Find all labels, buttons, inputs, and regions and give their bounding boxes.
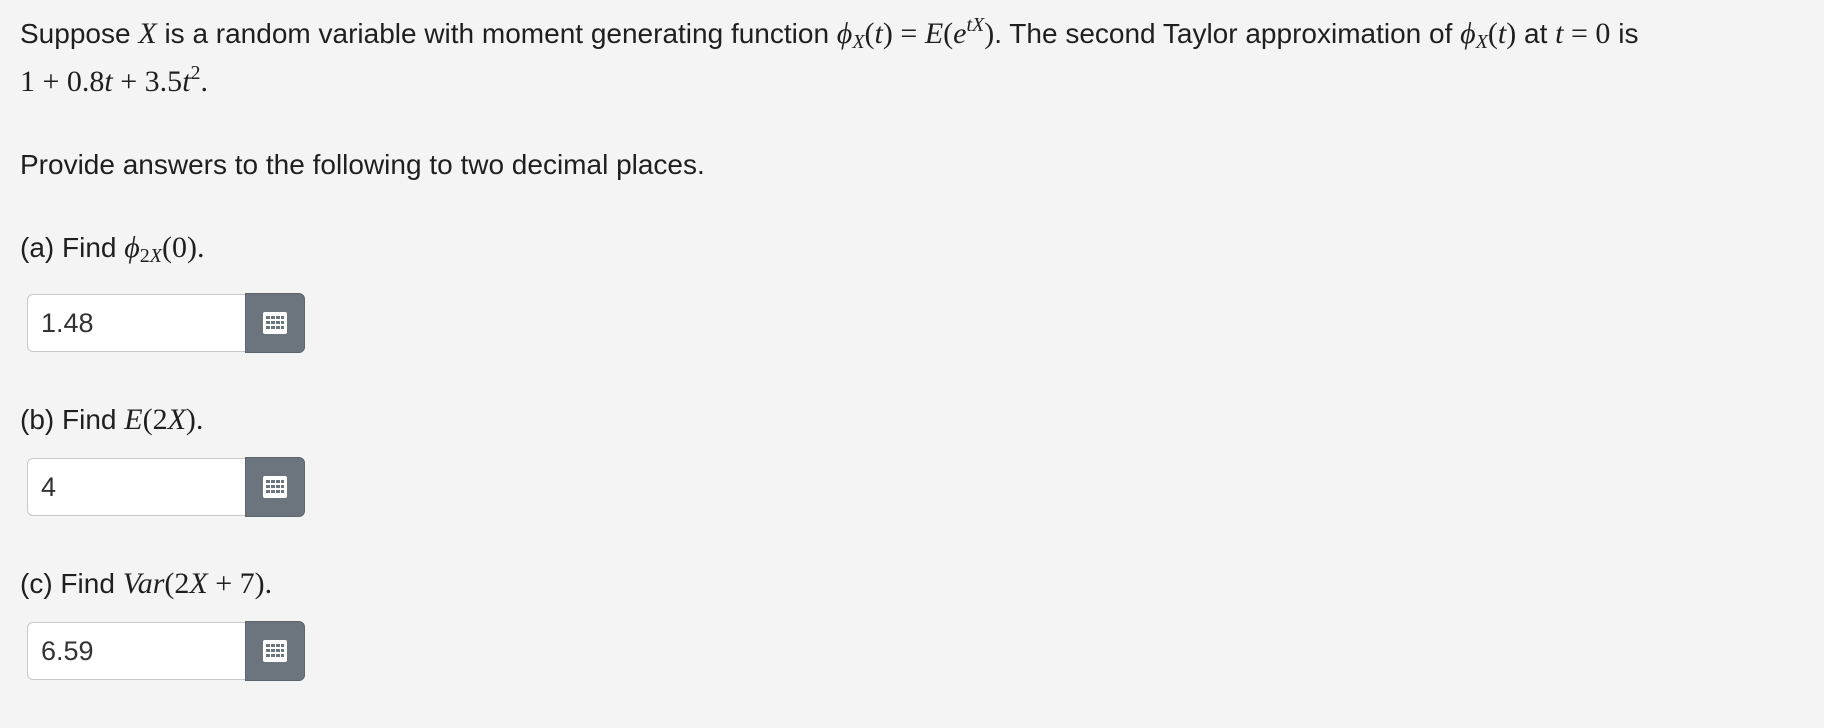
question-b-text: (b) Find E(2X). <box>20 400 1810 440</box>
math-at-point: t = 0 <box>1555 17 1611 50</box>
instructions-text: Provide answers to the following to two … <box>20 149 705 180</box>
math-e-2x: E(2X) <box>124 403 196 436</box>
math-var-2x-plus-7: Var(2X + 7) <box>122 567 265 600</box>
answer-a-group <box>27 293 1810 353</box>
math-mgf-definition: ϕX(t) = E(etX) <box>836 14 995 53</box>
intro-text-4: at <box>1524 18 1556 49</box>
answer-b-group <box>27 457 1810 517</box>
answer-c-keypad-button[interactable] <box>245 621 305 681</box>
answer-b-keypad-button[interactable] <box>245 457 305 517</box>
problem-container: Suppose X is a random variable with mome… <box>20 14 1810 728</box>
question-b-suffix: . <box>195 403 204 436</box>
math-variable-x: X <box>138 17 157 50</box>
question-b-prefix: (b) Find <box>20 404 125 435</box>
question-a-text: (a) Find ϕ2X(0). <box>20 228 1810 276</box>
question-a: (a) Find ϕ2X(0). <box>20 228 1810 353</box>
question-b: (b) Find E(2X). <box>20 400 1810 517</box>
answer-c-input[interactable] <box>27 622 245 680</box>
question-a-prefix: (a) Find <box>20 232 125 263</box>
problem-statement: Suppose X is a random variable with mome… <box>20 14 1810 101</box>
intro-text-5: is <box>1618 18 1639 49</box>
math-phi-2x-0: ϕ2X(0) <box>124 231 197 267</box>
intro-text-2: is a random variable with moment generat… <box>164 18 837 49</box>
answer-c-group <box>27 621 1810 681</box>
answer-a-input[interactable] <box>27 294 245 352</box>
intro-text-3: . The second Taylor approximation of <box>994 18 1461 49</box>
answer-a-keypad-button[interactable] <box>245 293 305 353</box>
period: . <box>200 65 209 98</box>
math-taylor-approximation: 1 + 0.8t + 3.5t2 <box>20 62 201 98</box>
question-c-suffix: . <box>264 567 273 600</box>
question-c-text: (c) Find Var(2X + 7). <box>20 564 1810 604</box>
math-mgf-symbol: ϕX(t) <box>1460 17 1517 53</box>
question-c: (c) Find Var(2X + 7). <box>20 564 1810 681</box>
intro-text-1: Suppose <box>20 18 139 49</box>
keypad-icon <box>263 640 287 662</box>
keypad-icon <box>263 476 287 498</box>
question-c-prefix: (c) Find <box>20 568 123 599</box>
keypad-icon <box>263 312 287 334</box>
question-a-suffix: . <box>196 231 205 264</box>
answer-b-input[interactable] <box>27 458 245 516</box>
